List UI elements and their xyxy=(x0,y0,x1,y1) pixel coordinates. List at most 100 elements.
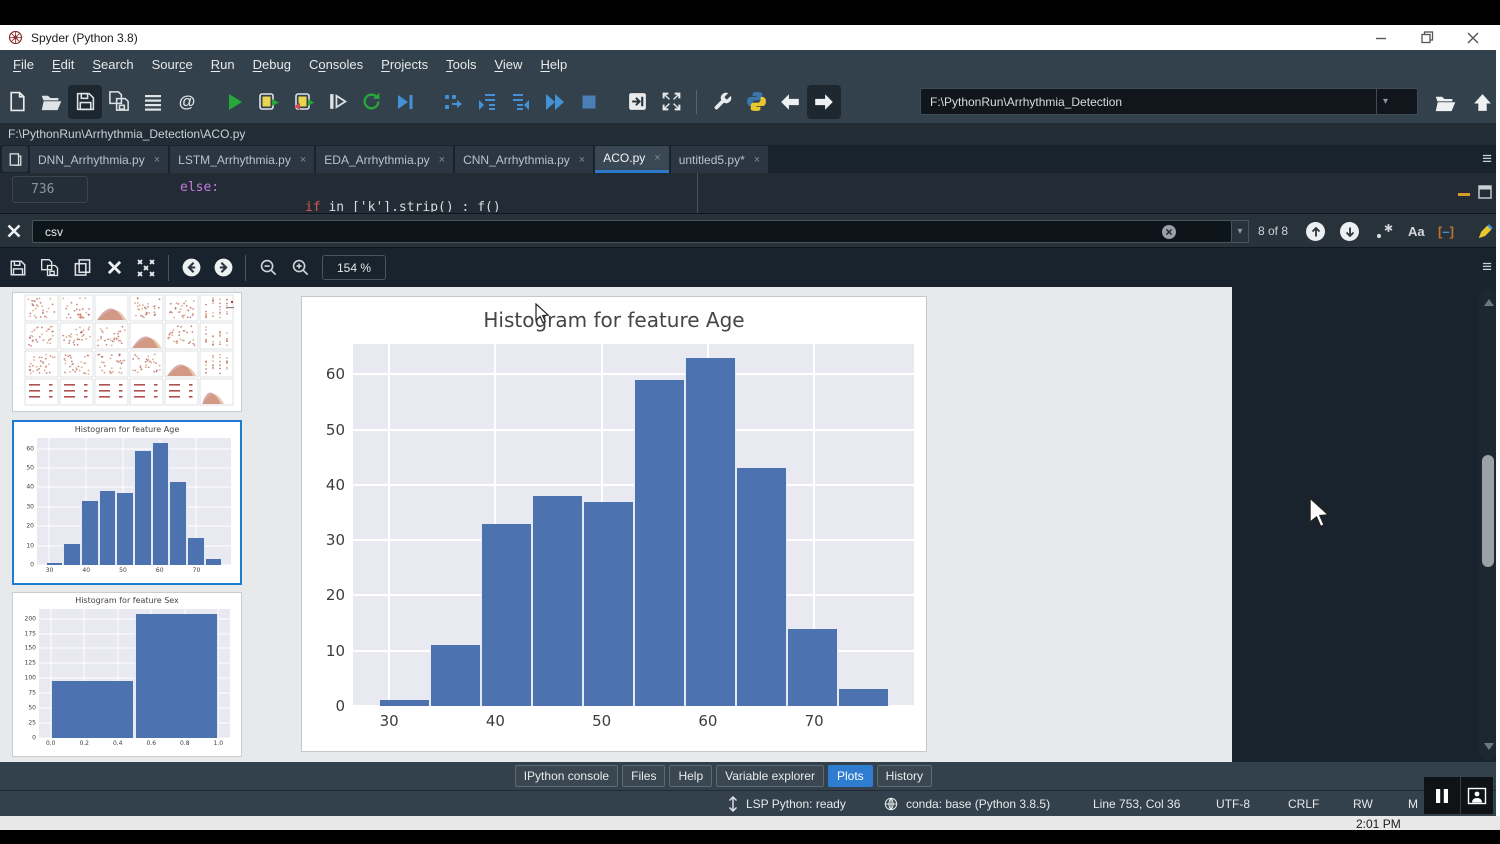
pane-tab-ipython-console[interactable]: IPython console xyxy=(515,765,618,787)
editor-tab-untitled5-py-[interactable]: untitled5.py*× xyxy=(671,146,768,173)
rerun-icon[interactable] xyxy=(354,85,388,119)
zoom-in-icon[interactable] xyxy=(284,253,316,283)
menu-source[interactable]: Source xyxy=(143,50,202,80)
run-cell-advance-icon[interactable] xyxy=(286,85,320,119)
close-all-plots-icon[interactable] xyxy=(130,253,162,283)
copy-plot-icon[interactable] xyxy=(66,253,98,283)
window-titlebar: Spyder (Python 3.8) xyxy=(0,25,1500,50)
menu-view[interactable]: View xyxy=(485,50,531,80)
restore-pane-icon[interactable] xyxy=(1478,185,1492,199)
menu-run[interactable]: Run xyxy=(202,50,244,80)
step-into-icon[interactable] xyxy=(470,85,504,119)
debug-icon[interactable] xyxy=(388,85,422,119)
previous-plot-icon[interactable] xyxy=(175,253,207,283)
scrollbar-handle[interactable] xyxy=(1482,455,1494,567)
menu-help[interactable]: Help xyxy=(531,50,576,80)
zoom-out-icon[interactable] xyxy=(252,253,284,283)
tab-options-menu-icon[interactable]: ≡ xyxy=(1482,150,1492,168)
whole-word-toggle[interactable]: [–] xyxy=(1438,214,1454,249)
regex-toggle-icon[interactable] xyxy=(1374,220,1396,242)
y-tick-label: 10 xyxy=(26,542,34,549)
pane-tab-help[interactable]: Help xyxy=(669,765,712,787)
working-directory-input[interactable] xyxy=(921,94,1376,110)
close-tab-icon[interactable]: × xyxy=(439,154,445,166)
parent-directory-icon[interactable] xyxy=(1465,85,1499,119)
search-history-dropdown-icon[interactable]: ▾ xyxy=(1232,220,1249,243)
run-cell-icon[interactable] xyxy=(252,85,286,119)
thumbnail-histogram-age[interactable]: Histogram for feature Age304050607001020… xyxy=(12,420,242,585)
clear-search-icon[interactable] xyxy=(1162,225,1176,239)
close-tab-icon[interactable]: × xyxy=(154,154,160,166)
close-button[interactable] xyxy=(1450,25,1496,50)
editor-tab-cnn-arrhythmia-py[interactable]: CNN_Arrhythmia.py× xyxy=(455,146,593,173)
working-directory-combo[interactable]: ▾ xyxy=(920,88,1418,115)
plots-options-menu-icon[interactable]: ≡ xyxy=(1482,258,1492,276)
close-find-icon[interactable] xyxy=(6,223,22,239)
close-plot-icon[interactable] xyxy=(98,253,130,283)
pane-tab-plots[interactable]: Plots xyxy=(828,765,873,787)
x-tick-label: 0.8 xyxy=(180,740,190,747)
run-icon[interactable] xyxy=(218,85,252,119)
hist-bar xyxy=(532,496,583,706)
thumbnail-histogram-sex[interactable]: Histogram for feature Sex0.00.20.40.60.8… xyxy=(12,592,242,757)
browse-tabs-icon[interactable] xyxy=(2,146,28,172)
menu-tools[interactable]: Tools xyxy=(437,50,485,80)
scroll-up-icon[interactable] xyxy=(1484,299,1494,306)
highlight-matches-icon[interactable] xyxy=(1476,222,1495,241)
pause-button[interactable] xyxy=(1424,777,1460,814)
thumbnail-pairplot[interactable] xyxy=(12,292,242,412)
editor-tab-lstm-arrhythmia-py[interactable]: LSTM_Arrhythmia.py× xyxy=(170,146,314,173)
pane-tab-files[interactable]: Files xyxy=(622,765,665,787)
menu-file[interactable]: File xyxy=(4,50,43,80)
browse-directory-icon[interactable] xyxy=(1428,85,1462,119)
menu-search[interactable]: Search xyxy=(83,50,142,80)
mouse-cursor-thumbnail xyxy=(1308,496,1332,529)
minimize-icon[interactable] xyxy=(1458,193,1470,196)
minimize-button[interactable] xyxy=(1358,25,1404,50)
open-file-icon[interactable] xyxy=(34,85,68,119)
stop-icon[interactable] xyxy=(572,85,606,119)
close-tab-icon[interactable]: × xyxy=(654,152,660,164)
find-next-icon[interactable] xyxy=(1340,222,1359,241)
step-over-icon[interactable] xyxy=(436,85,470,119)
webcam-overlay-button[interactable] xyxy=(1461,777,1493,814)
menu-consoles[interactable]: Consoles xyxy=(300,50,372,80)
editor-tab-aco-py[interactable]: ACO.py× xyxy=(595,146,668,173)
menu-edit[interactable]: Edit xyxy=(43,50,83,80)
close-tab-icon[interactable]: × xyxy=(300,154,306,166)
editor-tab-dnn-arrhythmia-py[interactable]: DNN_Arrhythmia.py× xyxy=(30,146,168,173)
close-tab-icon[interactable]: × xyxy=(754,154,760,166)
chevron-down-icon[interactable]: ▾ xyxy=(1376,89,1394,114)
x-tick-label: 40 xyxy=(486,712,505,730)
next-plot-icon[interactable] xyxy=(207,253,239,283)
editor-pane[interactable]: 736 else: if in ['k'].strip() : f() xyxy=(0,173,1500,213)
pane-tab-history[interactable]: History xyxy=(877,765,932,787)
save-icon[interactable] xyxy=(68,85,102,119)
continue-icon[interactable] xyxy=(538,85,572,119)
save-plot-icon[interactable] xyxy=(2,253,34,283)
back-icon[interactable] xyxy=(773,85,807,119)
symbol-finder-icon[interactable]: @ xyxy=(170,85,204,119)
file-switcher-icon[interactable] xyxy=(136,85,170,119)
save-all-icon[interactable] xyxy=(102,85,136,119)
pythonpath-icon[interactable] xyxy=(739,85,773,119)
fullscreen-icon[interactable] xyxy=(654,85,688,119)
close-tab-icon[interactable]: × xyxy=(579,154,585,166)
run-selection-icon[interactable] xyxy=(320,85,354,119)
y-tick-label: 100 xyxy=(25,675,36,682)
search-input[interactable] xyxy=(32,220,1232,243)
save-all-plots-icon[interactable] xyxy=(34,253,66,283)
menu-debug[interactable]: Debug xyxy=(244,50,300,80)
forward-icon[interactable] xyxy=(807,85,841,119)
scroll-down-icon[interactable] xyxy=(1484,743,1494,750)
menu-projects[interactable]: Projects xyxy=(372,50,437,80)
step-return-icon[interactable] xyxy=(504,85,538,119)
preferences-icon[interactable] xyxy=(705,85,739,119)
maximize-pane-icon[interactable] xyxy=(620,85,654,119)
restore-button[interactable] xyxy=(1404,25,1450,50)
new-file-icon[interactable] xyxy=(0,85,34,119)
find-previous-icon[interactable] xyxy=(1306,222,1325,241)
pane-tab-variable-explorer[interactable]: Variable explorer xyxy=(716,765,824,787)
case-sensitive-toggle[interactable]: Aa xyxy=(1408,214,1425,249)
editor-tab-eda-arrhythmia-py[interactable]: EDA_Arrhythmia.py× xyxy=(316,146,453,173)
